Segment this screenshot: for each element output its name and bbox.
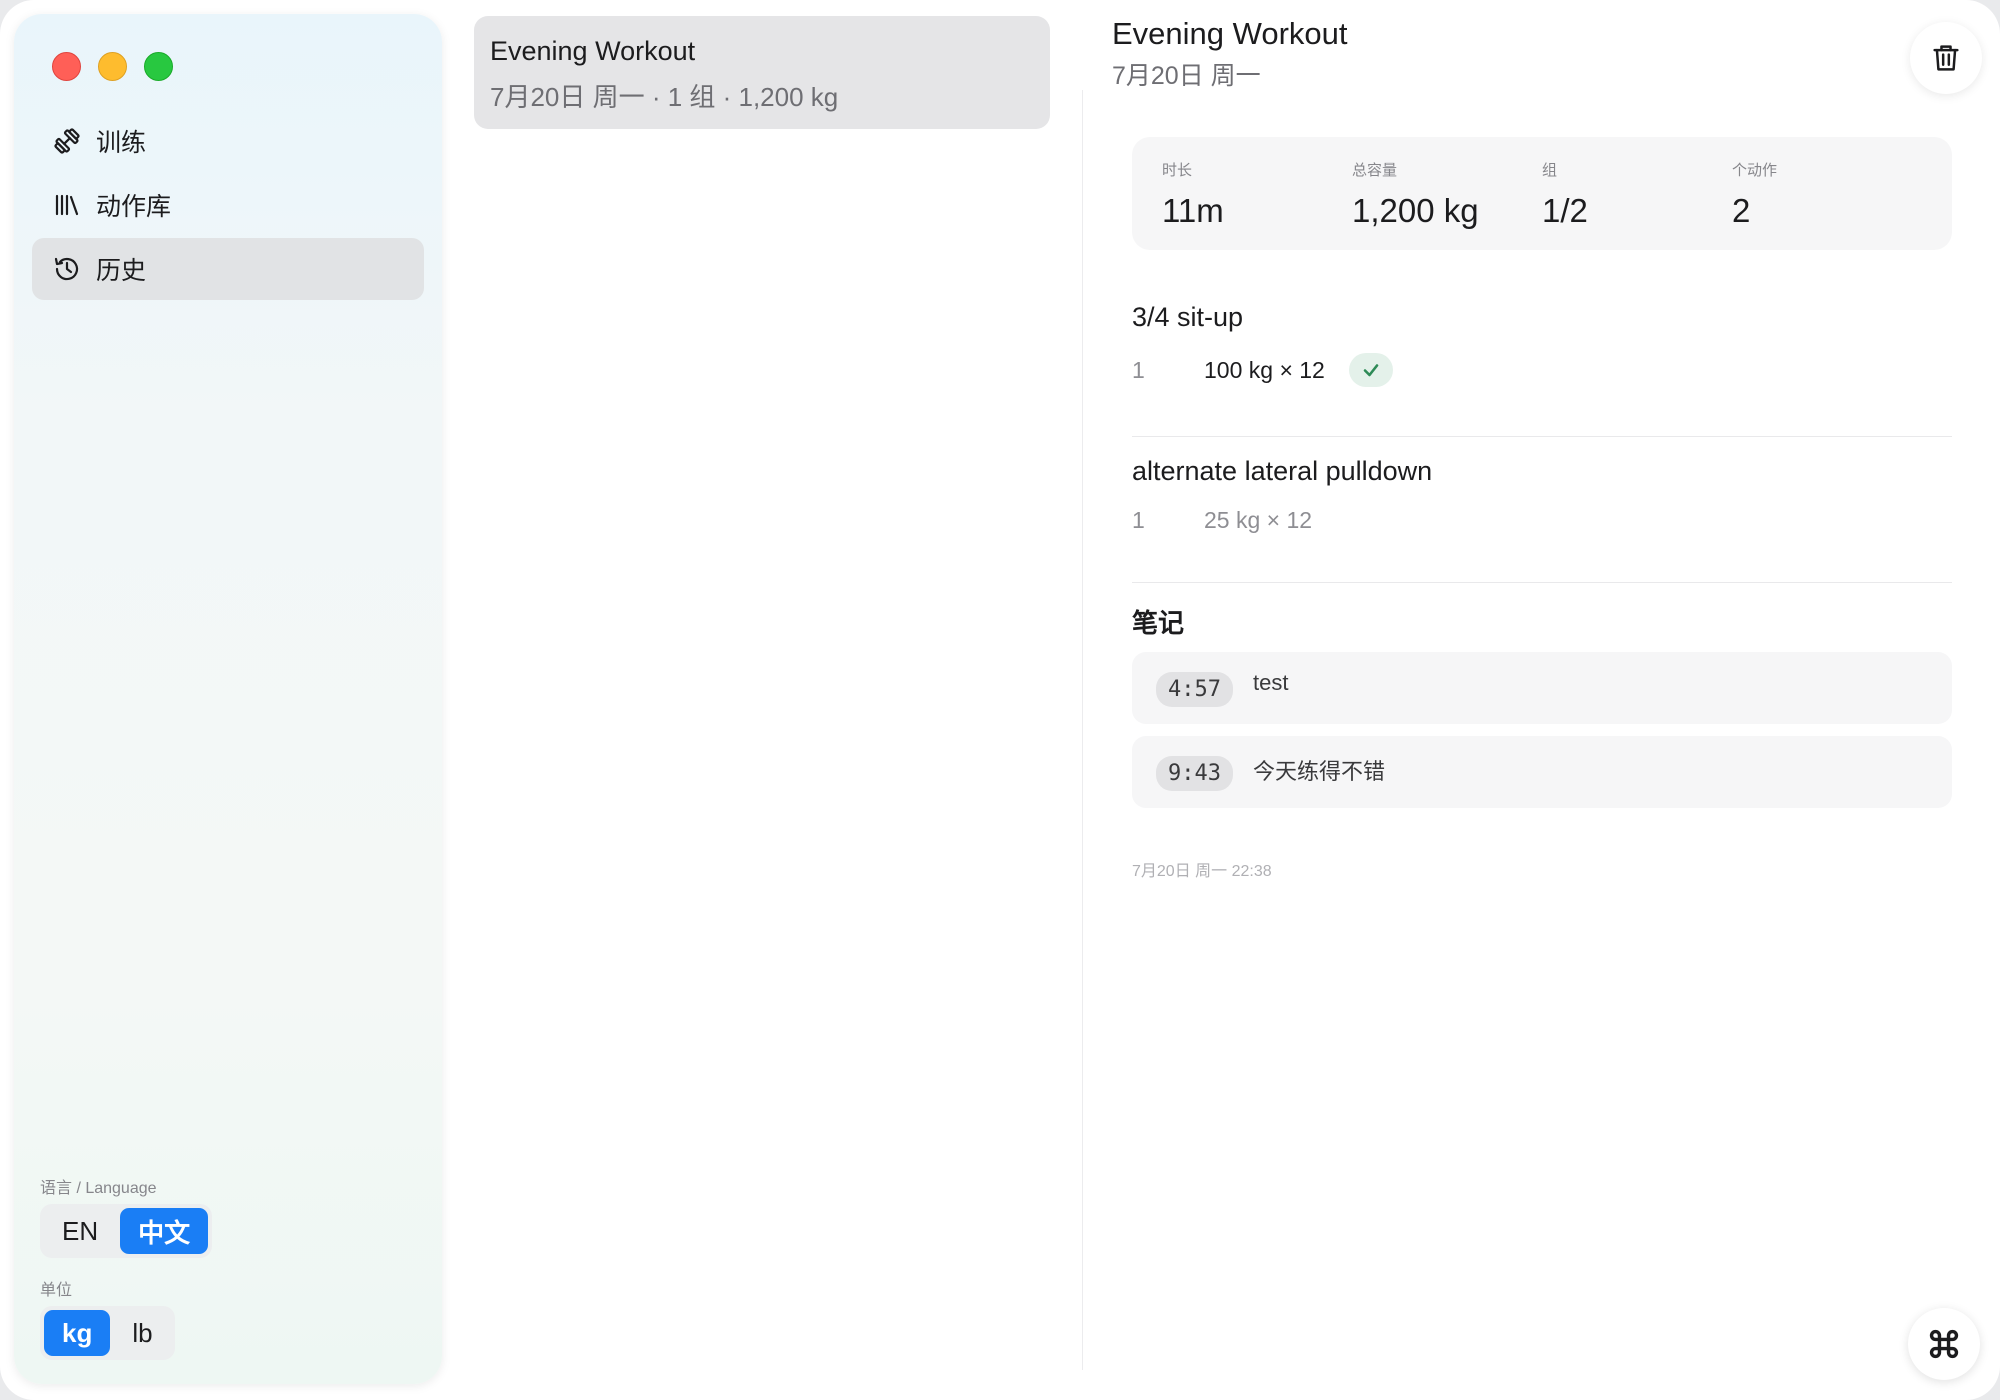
exercise-name: alternate lateral pulldown — [1132, 456, 1433, 486]
note-item[interactable]: 4:57 test — [1132, 652, 1952, 724]
app-window: 训练 动作库 历史 语言 / Language EN 中文 单位 kg lb E… — [0, 0, 2000, 1400]
set-value: 100 kg × 12 — [1204, 356, 1325, 383]
sidebar-item-label: 动作库 — [96, 193, 172, 221]
workout-date: 7月20日 周一 — [1112, 62, 1261, 90]
note-timestamp: 9:43 — [1156, 756, 1233, 791]
language-segmented-control: EN 中文 — [40, 1204, 213, 1258]
set-completed-badge[interactable] — [1348, 353, 1393, 387]
unit-label: 单位 — [40, 1282, 73, 1299]
library-icon — [50, 188, 84, 222]
history-icon — [50, 252, 84, 286]
stat-exercises: 个动作 2 — [1732, 159, 1922, 229]
language-label: 语言 / Language — [40, 1180, 157, 1197]
set-number: 1 — [1132, 507, 1145, 533]
sidebar-item-training[interactable]: 训练 — [32, 110, 424, 172]
sidebar-item-history[interactable]: 历史 — [32, 238, 424, 300]
stat-volume: 总容量 1,200 kg — [1352, 159, 1542, 229]
language-option-en[interactable]: EN — [44, 1208, 116, 1254]
unit-option-lb[interactable]: lb — [114, 1310, 170, 1356]
stat-value: 1,200 kg — [1352, 192, 1479, 229]
note-text: test — [1252, 670, 1289, 695]
unit-option-kg[interactable]: kg — [44, 1310, 111, 1356]
note-text: 今天练得不错 — [1252, 759, 1385, 784]
note-item[interactable]: 9:43 今天练得不错 — [1132, 736, 1952, 808]
language-option-zh[interactable]: 中文 — [120, 1208, 209, 1254]
exercise-name: 3/4 sit-up — [1132, 302, 1244, 332]
delete-workout-button[interactable] — [1910, 22, 1982, 94]
section-divider — [1132, 436, 1952, 437]
workout-end-timestamp: 7月20日 周一 22:38 — [1132, 863, 1272, 880]
zoom-window-button[interactable] — [144, 52, 173, 81]
workout-list-item-subtitle: 7月20日 周一 · 1 组 · 1,200 kg — [490, 82, 839, 112]
set-number: 1 — [1132, 356, 1145, 383]
close-window-button[interactable] — [52, 52, 81, 81]
command-icon — [1929, 1329, 1959, 1359]
minimize-window-button[interactable] — [98, 52, 127, 81]
notes-heading: 笔记 — [1132, 608, 1185, 638]
stat-sets: 组 1/2 — [1542, 159, 1732, 229]
stat-value: 1/2 — [1542, 192, 1588, 229]
sidebar-item-label: 训练 — [96, 129, 147, 157]
trash-icon — [1933, 45, 1959, 71]
column-divider — [1082, 90, 1083, 1370]
stat-label: 时长 — [1162, 162, 1193, 179]
stat-value: 2 — [1732, 192, 1751, 229]
note-timestamp: 4:57 — [1156, 672, 1233, 707]
window-controls — [52, 52, 173, 81]
set-value: 25 kg × 12 — [1204, 507, 1313, 533]
set-row: 1 100 kg × 12 — [1132, 353, 1393, 387]
set-row: 1 25 kg × 12 — [1132, 507, 1312, 534]
sidebar: 训练 动作库 历史 语言 / Language EN 中文 单位 kg lb — [14, 14, 442, 1384]
command-button[interactable] — [1908, 1308, 1980, 1380]
workout-list-item[interactable]: Evening Workout 7月20日 周一 · 1 组 · 1,200 k… — [474, 16, 1050, 129]
checkmark-icon — [1363, 364, 1379, 377]
workout-stats: 时长 11m 总容量 1,200 kg 组 1/2 个动作 2 — [1132, 137, 1952, 250]
stat-duration: 时长 11m — [1162, 159, 1352, 229]
sidebar-nav: 训练 动作库 历史 — [32, 110, 424, 302]
stat-label: 总容量 — [1352, 162, 1398, 179]
workout-list-item-title: Evening Workout — [490, 36, 696, 66]
sidebar-item-library[interactable]: 动作库 — [32, 174, 424, 236]
stat-label: 个动作 — [1732, 162, 1778, 179]
stat-label: 组 — [1542, 162, 1558, 179]
sidebar-item-label: 历史 — [96, 257, 147, 285]
dumbbell-icon — [50, 124, 84, 158]
unit-segmented-control: kg lb — [40, 1306, 175, 1360]
section-divider — [1132, 582, 1952, 583]
stat-value: 11m — [1162, 192, 1224, 229]
workout-title: Evening Workout — [1112, 16, 1348, 51]
